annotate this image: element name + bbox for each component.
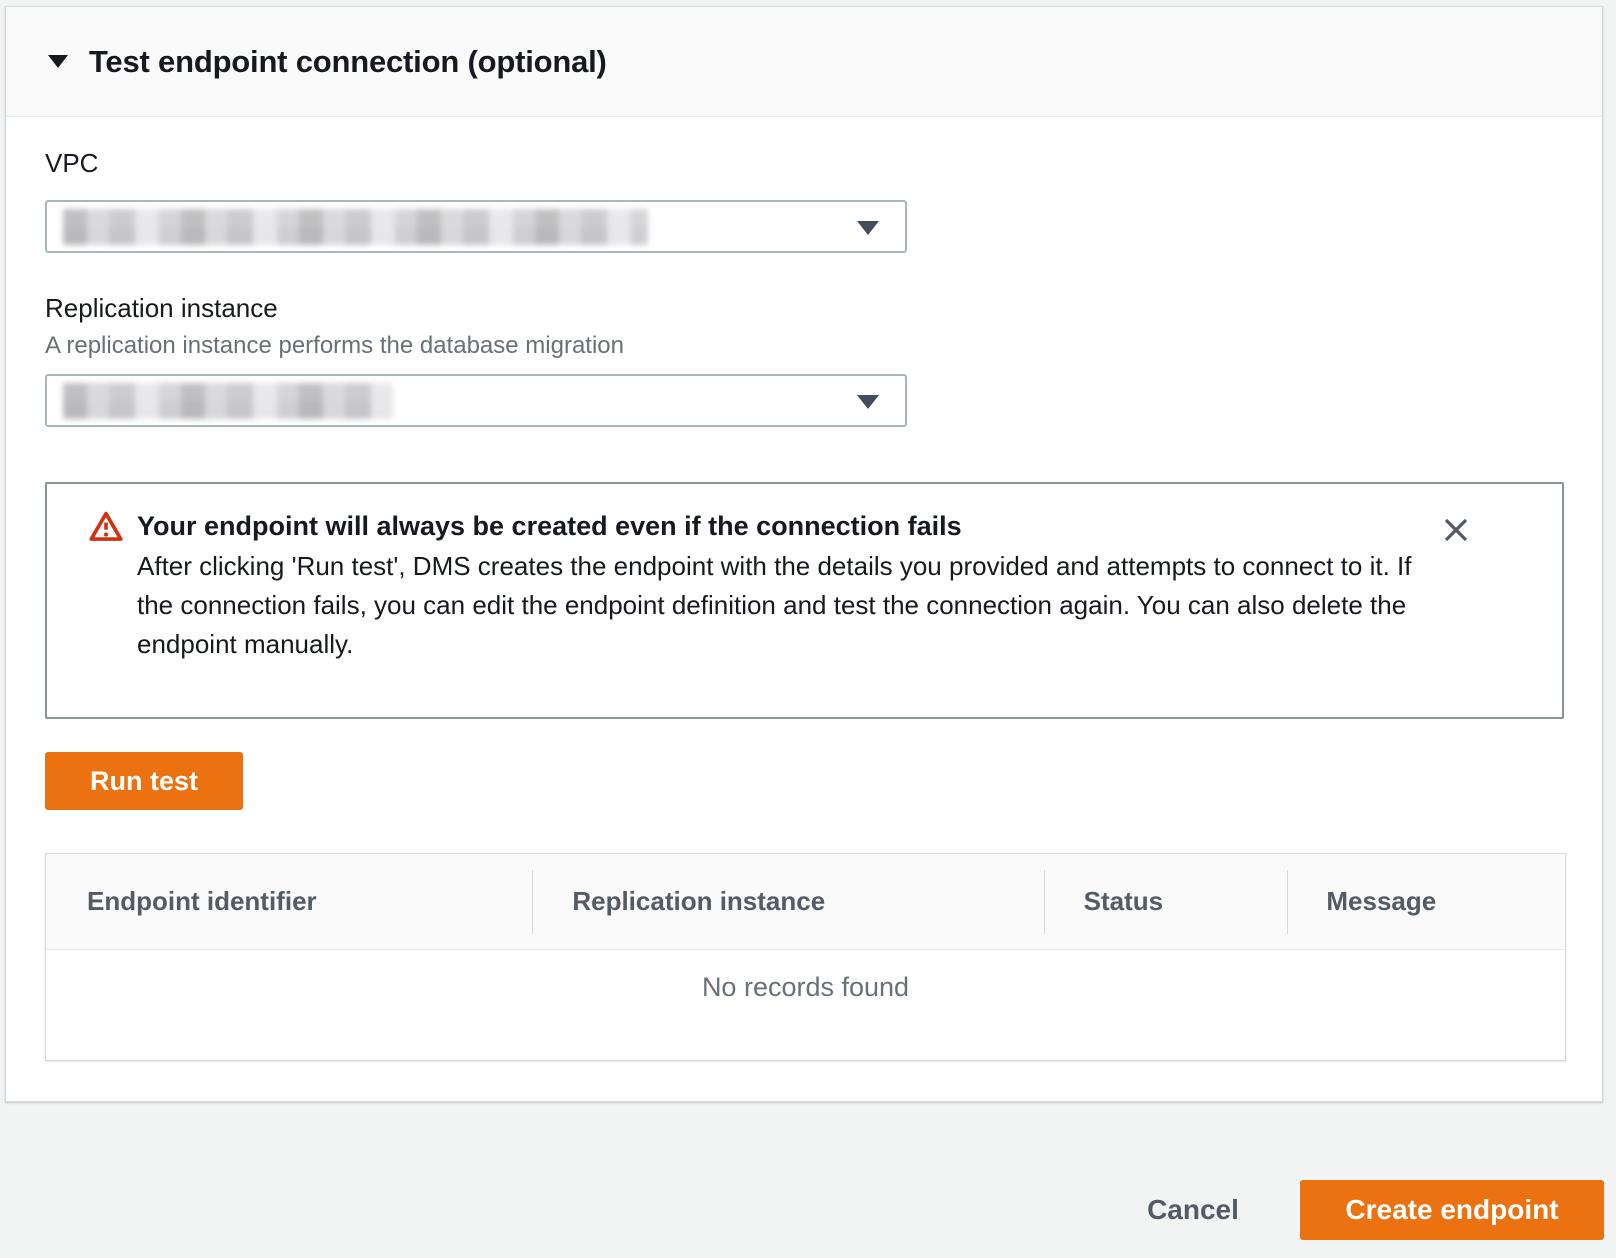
column-divider	[1044, 870, 1045, 934]
cancel-button[interactable]: Cancel	[1118, 1186, 1268, 1234]
warning-icon	[89, 510, 123, 542]
column-header-replication-instance: Replication instance	[531, 854, 1042, 949]
caret-down-icon	[857, 395, 879, 409]
empty-state-text: No records found	[46, 950, 1565, 1003]
warning-title: Your endpoint will always be created eve…	[137, 511, 962, 542]
dismiss-warning-button[interactable]	[1436, 510, 1476, 550]
close-icon	[1441, 515, 1471, 545]
replication-instance-description: A replication instance performs the data…	[45, 332, 624, 360]
table-header-row: Endpoint identifier Replication instance…	[46, 854, 1565, 950]
column-header-endpoint-identifier: Endpoint identifier	[46, 854, 531, 949]
vpc-redacted-value	[63, 209, 648, 245]
replication-instance-redacted-value	[63, 383, 393, 419]
warning-body: After clicking 'Run test', DMS creates t…	[137, 547, 1437, 664]
vpc-label: VPC	[45, 148, 98, 179]
vpc-select[interactable]	[45, 200, 907, 253]
create-endpoint-button[interactable]: Create endpoint	[1300, 1180, 1604, 1240]
column-divider	[1287, 870, 1288, 934]
column-divider	[532, 870, 533, 934]
column-header-status: Status	[1043, 854, 1286, 949]
caret-down-icon	[857, 221, 879, 235]
test-endpoint-section-card: Test endpoint connection (optional) VPC …	[5, 6, 1603, 1102]
section-title: Test endpoint connection (optional)	[89, 44, 607, 80]
run-test-button[interactable]: Run test	[45, 752, 243, 810]
section-header-toggle[interactable]: Test endpoint connection (optional)	[6, 7, 1602, 117]
warning-banner: Your endpoint will always be created eve…	[45, 482, 1564, 719]
connection-test-results-table: Endpoint identifier Replication instance…	[45, 853, 1566, 1061]
replication-instance-select[interactable]	[45, 374, 907, 427]
table-body: No records found	[46, 950, 1565, 1060]
replication-instance-label: Replication instance	[45, 293, 278, 324]
collapse-triangle-icon	[48, 55, 68, 68]
column-header-message: Message	[1285, 854, 1565, 949]
